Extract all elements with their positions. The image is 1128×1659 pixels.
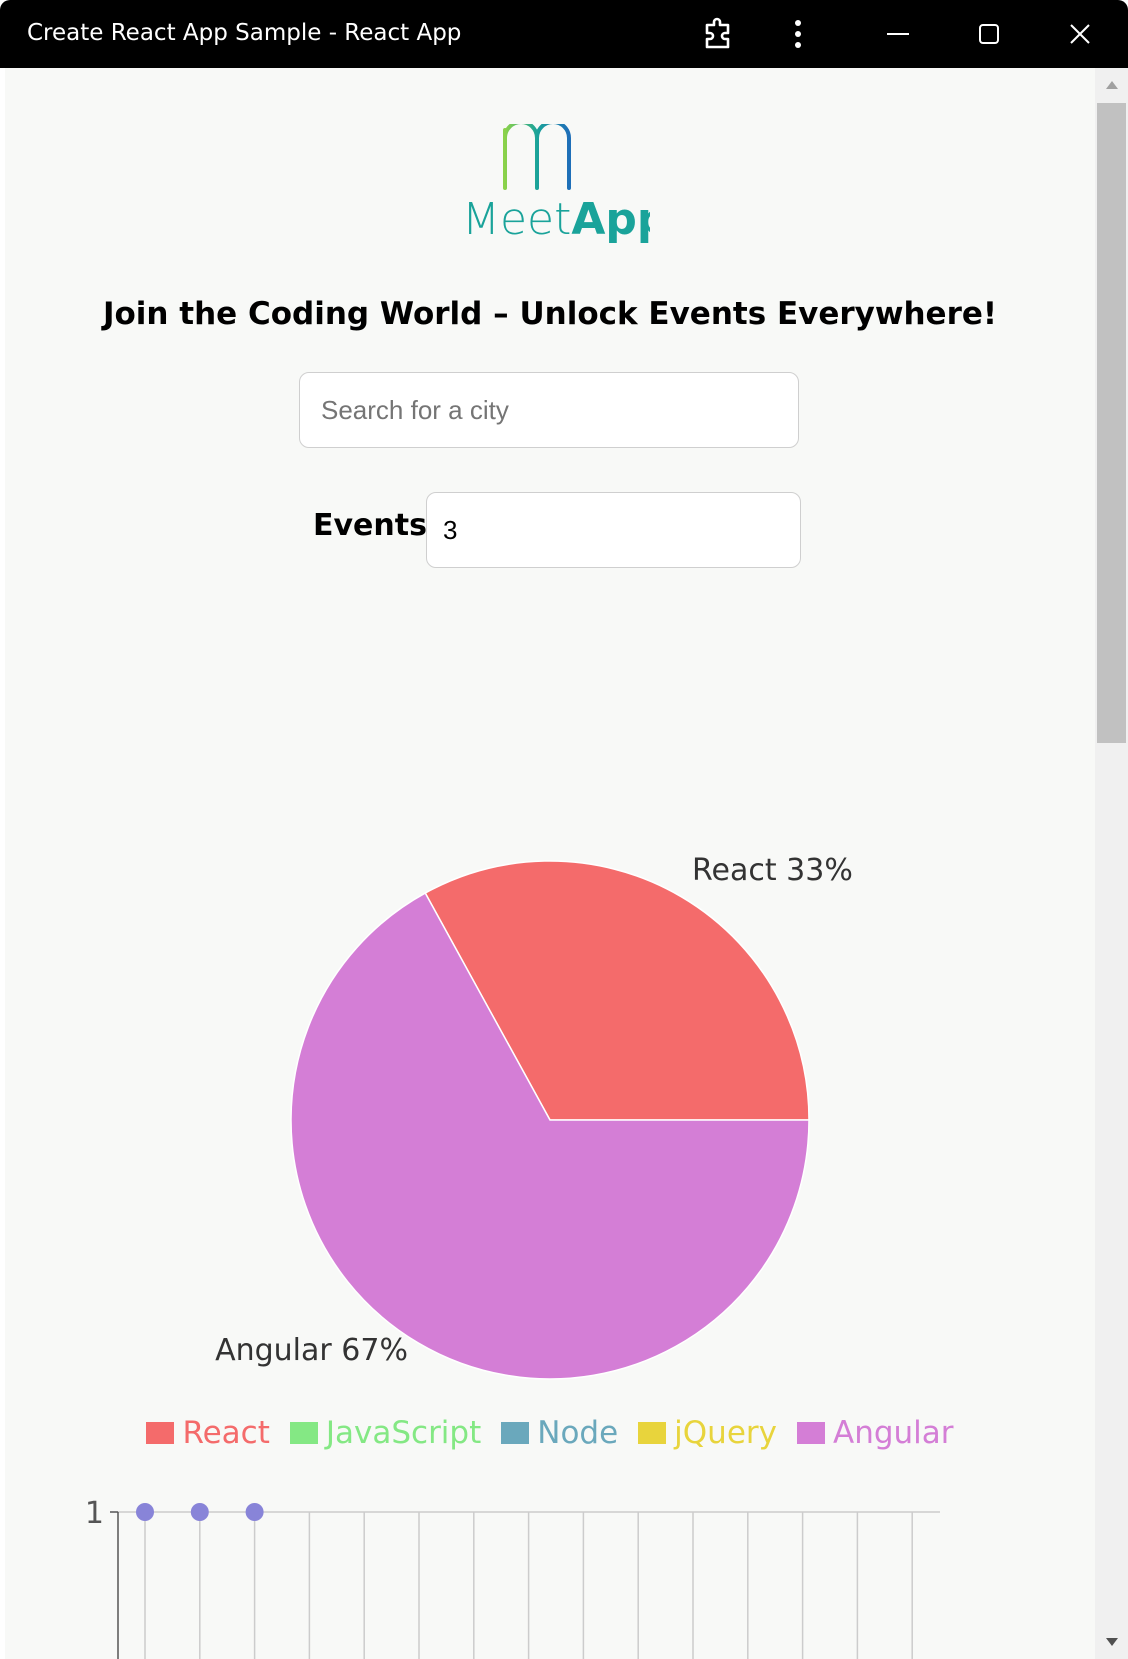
- legend-item-node[interactable]: Node: [501, 1415, 618, 1451]
- legend-swatch: [638, 1422, 667, 1444]
- city-search-input[interactable]: [299, 372, 799, 448]
- events-label: Events: [313, 508, 427, 543]
- logo-text-bold: App: [571, 194, 650, 244]
- legend-swatch: [289, 1422, 318, 1444]
- number-of-events-input[interactable]: [426, 492, 801, 568]
- arrow-down-icon: [1105, 1638, 1118, 1646]
- legend-item-jquery[interactable]: jQuery: [638, 1415, 777, 1451]
- pie-legend: React JavaScript Node jQuery Angular: [5, 1408, 1095, 1458]
- legend-item-react[interactable]: React: [146, 1415, 270, 1451]
- pie-label-angular: Angular 67%: [215, 1333, 408, 1368]
- maximize-button[interactable]: [965, 12, 1013, 56]
- pie-chart: React 33% Angular 67%: [215, 853, 853, 1380]
- svg-text:MeetApp: MeetApp: [462, 194, 650, 244]
- kebab-menu-icon: [795, 20, 801, 48]
- legend-label: React: [182, 1415, 270, 1451]
- scroll-thumb[interactable]: [1097, 103, 1126, 743]
- maximize-icon: [979, 24, 999, 44]
- page-heading: Join the Coding World – Unlock Events Ev…: [102, 296, 998, 332]
- legend-swatch: [501, 1422, 530, 1444]
- legend-item-javascript[interactable]: JavaScript: [289, 1415, 482, 1451]
- more-options-button[interactable]: [774, 12, 822, 56]
- browser-window: Create React App Sample - React App Meet…: [0, 0, 1128, 1659]
- legend-label: Node: [537, 1415, 619, 1451]
- puzzle-icon: [705, 17, 730, 49]
- legend-swatch: [797, 1422, 825, 1444]
- scroll-up-button[interactable]: [1095, 68, 1128, 102]
- legend-label: jQuery: [674, 1415, 777, 1451]
- logo-text-light: Meet: [462, 194, 571, 244]
- meetapp-logo: MeetApp: [462, 124, 650, 244]
- window-title: Create React App Sample - React App: [27, 20, 462, 46]
- scatter-y-tick-label: 1: [85, 1496, 104, 1531]
- minimize-icon: [887, 33, 909, 35]
- legend-item-angular[interactable]: Angular: [797, 1415, 954, 1451]
- legend-label: Angular: [833, 1415, 954, 1451]
- close-button[interactable]: [1056, 12, 1104, 56]
- scatter-point[interactable]: [245, 1503, 264, 1521]
- scatter-point[interactable]: [136, 1503, 154, 1521]
- scroll-down-button[interactable]: [1095, 1625, 1128, 1659]
- scatter-chart: 1: [85, 1496, 940, 1659]
- scatter-point[interactable]: [190, 1503, 209, 1521]
- extensions-button[interactable]: [694, 12, 742, 56]
- legend-swatch: [146, 1422, 175, 1444]
- minimize-button[interactable]: [874, 12, 922, 56]
- vertical-scrollbar[interactable]: [1095, 68, 1128, 1659]
- title-bar: Create React App Sample - React App: [0, 0, 1128, 68]
- arrow-up-icon: [1105, 81, 1118, 89]
- legend-label: JavaScript: [325, 1415, 482, 1451]
- pie-label-react: React 33%: [692, 853, 853, 888]
- page-viewport: MeetApp Join the Coding World – Unlock E…: [5, 68, 1095, 1659]
- close-icon: [1070, 24, 1090, 44]
